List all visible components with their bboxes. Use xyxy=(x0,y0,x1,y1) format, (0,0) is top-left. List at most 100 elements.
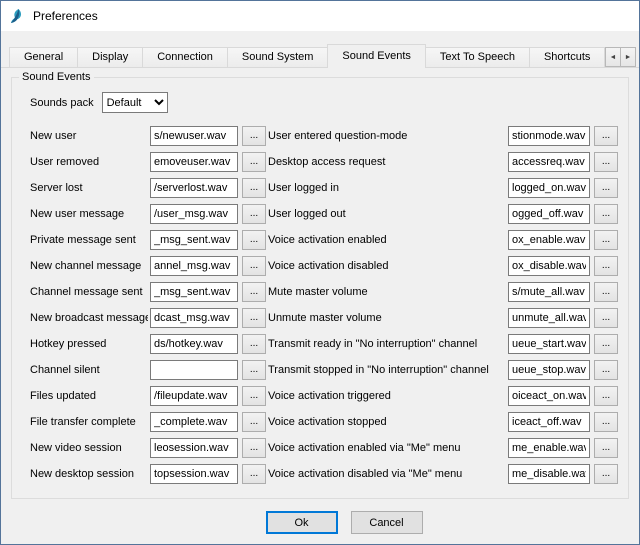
sound-event-label: Transmit ready in "No interruption" chan… xyxy=(268,338,506,350)
sound-event-rows: New user ... User entered question-mode … xyxy=(12,123,628,487)
browse-button[interactable]: ... xyxy=(594,464,618,484)
sound-event-label: Voice activation enabled via "Me" menu xyxy=(268,442,506,454)
sound-file-input[interactable] xyxy=(508,334,590,354)
browse-button[interactable]: ... xyxy=(242,412,266,432)
sound-file-input[interactable] xyxy=(508,282,590,302)
sound-file-input[interactable] xyxy=(508,126,590,146)
sound-file-input[interactable] xyxy=(150,230,238,250)
preferences-window: Preferences GeneralDisplayConnectionSoun… xyxy=(0,0,640,545)
sound-file-input[interactable] xyxy=(508,412,590,432)
sound-file-input[interactable] xyxy=(150,204,238,224)
tab-sound-system[interactable]: Sound System xyxy=(227,47,329,67)
tab-text-to-speech[interactable]: Text To Speech xyxy=(425,47,530,67)
sounds-pack-select[interactable]: Default xyxy=(102,92,168,113)
browse-button[interactable]: ... xyxy=(242,152,266,172)
browse-button[interactable]: ... xyxy=(242,360,266,380)
sound-file-input[interactable] xyxy=(508,152,590,172)
browse-button[interactable]: ... xyxy=(242,256,266,276)
sound-file-input[interactable] xyxy=(508,178,590,198)
sounds-pack-label: Sounds pack xyxy=(30,97,94,109)
titlebar: Preferences xyxy=(1,1,639,31)
browse-button[interactable]: ... xyxy=(594,256,618,276)
browse-button[interactable]: ... xyxy=(594,178,618,198)
sound-event-row: Channel silent ... Transmit stopped in "… xyxy=(12,357,628,383)
browse-button[interactable]: ... xyxy=(594,230,618,250)
tab-general[interactable]: General xyxy=(9,47,78,67)
dialog-footer: Ok Cancel xyxy=(1,511,639,534)
browse-button[interactable]: ... xyxy=(242,178,266,198)
sound-file-input[interactable] xyxy=(150,308,238,328)
sound-file-input[interactable] xyxy=(508,464,590,484)
sound-event-row: New desktop session ... Voice activation… xyxy=(12,461,628,487)
browse-button[interactable]: ... xyxy=(594,360,618,380)
sound-event-label: Voice activation enabled xyxy=(268,234,506,246)
sound-event-label: Voice activation disabled xyxy=(268,260,506,272)
browse-button[interactable]: ... xyxy=(242,204,266,224)
sound-file-input[interactable] xyxy=(508,438,590,458)
sound-event-label: Mute master volume xyxy=(268,286,506,298)
browse-button[interactable]: ... xyxy=(594,282,618,302)
browse-button[interactable]: ... xyxy=(594,126,618,146)
browse-button[interactable]: ... xyxy=(594,152,618,172)
sound-file-input[interactable] xyxy=(508,360,590,380)
browse-button[interactable]: ... xyxy=(594,204,618,224)
browse-button[interactable]: ... xyxy=(242,126,266,146)
ok-button[interactable]: Ok xyxy=(266,511,338,534)
sound-event-label: Hotkey pressed xyxy=(30,338,148,350)
sound-file-input[interactable] xyxy=(150,152,238,172)
tab-list: GeneralDisplayConnectionSound SystemSoun… xyxy=(9,44,613,68)
sound-file-input[interactable] xyxy=(150,438,238,458)
tab-scroll-left-button[interactable]: ◄ xyxy=(605,47,621,67)
sound-event-label: New desktop session xyxy=(30,468,148,480)
sound-event-label: User entered question-mode xyxy=(268,130,506,142)
group-title: Sound Events xyxy=(19,71,94,83)
sound-event-label: Server lost xyxy=(30,182,148,194)
browse-button[interactable]: ... xyxy=(242,282,266,302)
sound-file-input[interactable] xyxy=(150,256,238,276)
sounds-pack-row: Sounds pack Default xyxy=(30,92,628,113)
sound-file-input[interactable] xyxy=(150,412,238,432)
browse-button[interactable]: ... xyxy=(242,308,266,328)
browse-button[interactable]: ... xyxy=(594,308,618,328)
cancel-button[interactable]: Cancel xyxy=(351,511,423,534)
sound-events-group: Sound Events Sounds pack Default New use… xyxy=(11,71,629,499)
sound-file-input[interactable] xyxy=(150,282,238,302)
sound-event-label: Transmit stopped in "No interruption" ch… xyxy=(268,364,506,376)
sound-event-label: User logged in xyxy=(268,182,506,194)
browse-button[interactable]: ... xyxy=(242,438,266,458)
browse-button[interactable]: ... xyxy=(242,464,266,484)
sound-file-input[interactable] xyxy=(150,126,238,146)
browse-button[interactable]: ... xyxy=(594,412,618,432)
tab-sound-events[interactable]: Sound Events xyxy=(327,44,426,68)
browse-button[interactable]: ... xyxy=(594,438,618,458)
sound-file-input[interactable] xyxy=(150,178,238,198)
tab-display[interactable]: Display xyxy=(77,47,143,67)
sound-file-input[interactable] xyxy=(508,308,590,328)
sound-file-input[interactable] xyxy=(150,334,238,354)
sound-file-input[interactable] xyxy=(150,464,238,484)
app-logo-icon xyxy=(10,8,26,24)
sound-file-input[interactable] xyxy=(150,360,238,380)
sound-file-input[interactable] xyxy=(508,386,590,406)
tab-scroll-right-button[interactable]: ► xyxy=(620,47,636,67)
browse-button[interactable]: ... xyxy=(242,386,266,406)
tab-shortcuts[interactable]: Shortcuts xyxy=(529,47,605,67)
sound-event-label: Voice activation disabled via "Me" menu xyxy=(268,468,506,480)
browse-button[interactable]: ... xyxy=(242,334,266,354)
sound-file-input[interactable] xyxy=(508,204,590,224)
sound-file-input[interactable] xyxy=(508,230,590,250)
browse-button[interactable]: ... xyxy=(594,334,618,354)
sound-event-row: Files updated ... Voice activation trigg… xyxy=(12,383,628,409)
tab-connection[interactable]: Connection xyxy=(142,47,228,67)
sound-event-label: Channel message sent xyxy=(30,286,148,298)
sound-event-label: Voice activation stopped xyxy=(268,416,506,428)
sound-event-row: New video session ... Voice activation e… xyxy=(12,435,628,461)
browse-button[interactable]: ... xyxy=(594,386,618,406)
browse-button[interactable]: ... xyxy=(242,230,266,250)
sound-event-label: User removed xyxy=(30,156,148,168)
sound-event-row: Hotkey pressed ... Transmit ready in "No… xyxy=(12,331,628,357)
sound-file-input[interactable] xyxy=(150,386,238,406)
sound-event-label: New channel message xyxy=(30,260,148,272)
sound-file-input[interactable] xyxy=(508,256,590,276)
sound-event-row: Private message sent ... Voice activatio… xyxy=(12,227,628,253)
